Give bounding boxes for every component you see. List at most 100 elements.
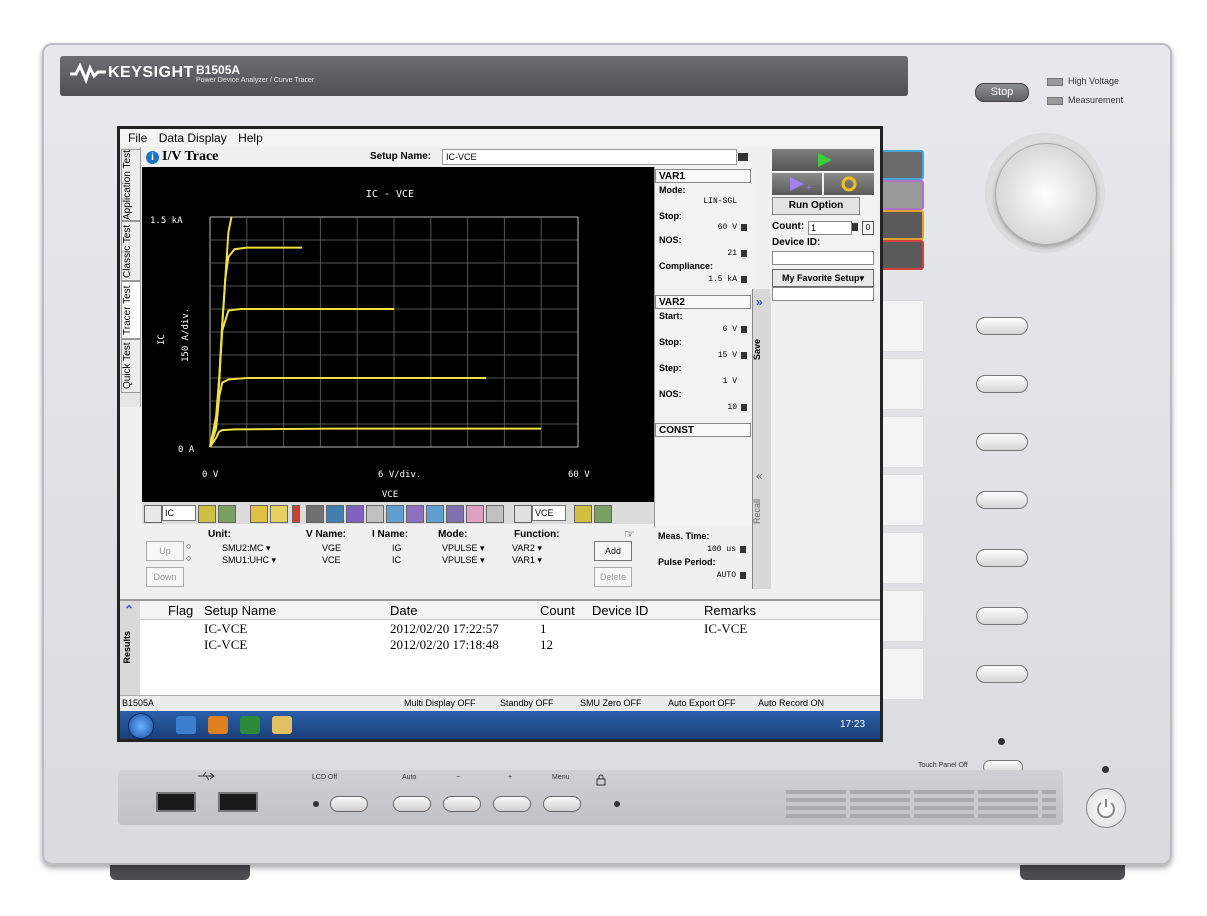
clear-icon[interactable] (366, 505, 384, 523)
window-icon[interactable] (878, 210, 924, 240)
pulse-period-button[interactable] (740, 572, 746, 579)
col-device-id[interactable]: Device ID (592, 603, 648, 618)
app-icon[interactable] (240, 716, 260, 734)
append-run-button[interactable]: + (772, 173, 822, 195)
smu-row2-mode[interactable]: VPULSE ▾ (442, 555, 485, 566)
trace-icon[interactable] (250, 505, 268, 523)
single-run-button[interactable] (772, 149, 874, 171)
var2-stop-button[interactable] (741, 352, 747, 359)
smu-row1-radio[interactable]: ○ (186, 541, 191, 551)
meas-time-value[interactable]: 100 us (707, 545, 736, 554)
zoom-plot-icon[interactable] (326, 505, 344, 523)
marker-icon[interactable] (270, 505, 288, 523)
usb-port-1[interactable] (156, 792, 196, 812)
smu-row1-unit[interactable]: SMU2:MC ▾ (222, 543, 271, 554)
save-tab[interactable]: Save (752, 339, 770, 360)
delete-button[interactable]: Delete (594, 567, 632, 587)
var1-compliance-button[interactable] (741, 276, 747, 283)
var2-header[interactable]: VAR2 (655, 295, 751, 309)
row2-date[interactable]: 2012/02/20 17:18:48 (390, 637, 499, 653)
zoom-icon[interactable] (878, 180, 924, 210)
grad-icon[interactable] (446, 505, 464, 523)
smu-row1-iname[interactable]: IG (392, 543, 402, 553)
const-header[interactable]: CONST (655, 423, 751, 437)
status-standby[interactable]: Standby OFF (500, 698, 554, 708)
x-add-icon[interactable] (594, 505, 612, 523)
meas-time-button[interactable] (740, 546, 746, 553)
x-scale-icon[interactable] (574, 505, 592, 523)
display-layout-icon[interactable] (878, 150, 924, 180)
softkey-button-5[interactable] (976, 549, 1028, 567)
lcd-off-button[interactable] (330, 796, 368, 812)
axis-x-icon[interactable] (514, 505, 532, 523)
tab-classic-test[interactable]: Classic Test (121, 221, 141, 281)
count-reset-button[interactable]: 0 (862, 221, 874, 235)
row1-count[interactable]: 1 (540, 621, 547, 637)
setup-name-button[interactable] (738, 153, 748, 161)
x-axis-select[interactable]: VCE (532, 505, 566, 521)
var1-stop-value[interactable]: 60 V (718, 223, 737, 232)
var2-start-value[interactable]: 6 V (723, 325, 737, 334)
ie-icon[interactable] (176, 716, 196, 734)
row1-date[interactable]: 2012/02/20 17:22:57 (390, 621, 499, 637)
minus-button[interactable] (443, 796, 481, 812)
pulse-period-value[interactable]: AUTO (717, 571, 736, 580)
tools-icon[interactable] (486, 505, 504, 523)
row1-remarks[interactable]: IC-VCE (704, 621, 747, 637)
menu-button[interactable] (543, 796, 581, 812)
status-smu-zero[interactable]: SMU Zero OFF (580, 698, 642, 708)
start-button[interactable] (128, 713, 154, 739)
y-axis-select[interactable]: IC (162, 505, 196, 521)
var1-compliance-value[interactable]: 1.5 kA (708, 275, 737, 284)
power-button[interactable] (1086, 788, 1126, 828)
smu-row1-function[interactable]: VAR2 ▾ (512, 543, 542, 554)
softkey-button-6[interactable] (976, 607, 1028, 625)
smu-row2-vname[interactable]: VCE (322, 555, 341, 565)
info-icon[interactable]: i (146, 151, 159, 164)
row1-setup[interactable]: IC-VCE (204, 621, 247, 637)
softkey-button-2[interactable] (976, 375, 1028, 393)
fit-icon[interactable] (386, 505, 404, 523)
smu-row2-radio[interactable]: ○ (186, 553, 191, 563)
col-remarks[interactable]: Remarks (704, 603, 756, 618)
results-side-tab[interactable]: ⌃ Results (120, 601, 140, 697)
smu-row1-mode[interactable]: VPULSE ▾ (442, 543, 485, 554)
softkey-button-4[interactable] (976, 491, 1028, 509)
var1-stop-button[interactable] (741, 224, 747, 231)
expand-recall-icon[interactable]: « (756, 469, 763, 483)
tab-quick-test[interactable]: Quick Test (121, 339, 141, 393)
smu-row2-iname[interactable]: IC (392, 555, 401, 565)
media-icon[interactable] (208, 716, 228, 734)
var2-stop-value[interactable]: 15 V (718, 351, 737, 360)
var1-nos-button[interactable] (741, 250, 747, 257)
count-input[interactable]: 1 (808, 221, 852, 235)
recall-tab[interactable]: Recall (752, 499, 770, 524)
col-count[interactable]: Count (540, 603, 575, 618)
axis-y-icon[interactable] (144, 505, 162, 523)
collapse-icon[interactable]: ⌃ (124, 603, 134, 617)
usb-port-2[interactable] (218, 792, 258, 812)
rotary-knob[interactable] (995, 143, 1097, 245)
softkey-button-3[interactable] (976, 433, 1028, 451)
menu-help[interactable]: Help (238, 131, 263, 145)
scale-icon[interactable] (198, 505, 216, 523)
overlay-icon[interactable] (306, 505, 324, 523)
var1-header[interactable]: VAR1 (655, 169, 751, 183)
col-setup-name[interactable]: Setup Name (204, 603, 276, 618)
regression-icon[interactable] (426, 505, 444, 523)
menu-file[interactable]: File (128, 131, 147, 145)
favorite-setup-select[interactable] (772, 287, 874, 301)
stop-button[interactable]: Stop (975, 83, 1029, 102)
tab-tracer-test[interactable]: Tracer Test (121, 281, 141, 339)
power-standby-icon[interactable] (878, 240, 924, 270)
cursor-icon[interactable] (292, 505, 300, 523)
iv-plot[interactable]: IC - VCE 1.5 kA 0 A IC 150 A/div. 0 V 6 … (142, 167, 654, 502)
var2-start-button[interactable] (741, 326, 747, 333)
smu-row2-function[interactable]: VAR1 ▾ (512, 555, 542, 566)
row2-setup[interactable]: IC-VCE (204, 637, 247, 653)
var2-nos-value[interactable]: 10 (727, 403, 737, 412)
status-auto-export[interactable]: Auto Export OFF (668, 698, 736, 708)
status-multi-display[interactable]: Multi Display OFF (404, 698, 476, 708)
repeat-run-button[interactable] (824, 173, 874, 195)
plus-button[interactable] (493, 796, 531, 812)
